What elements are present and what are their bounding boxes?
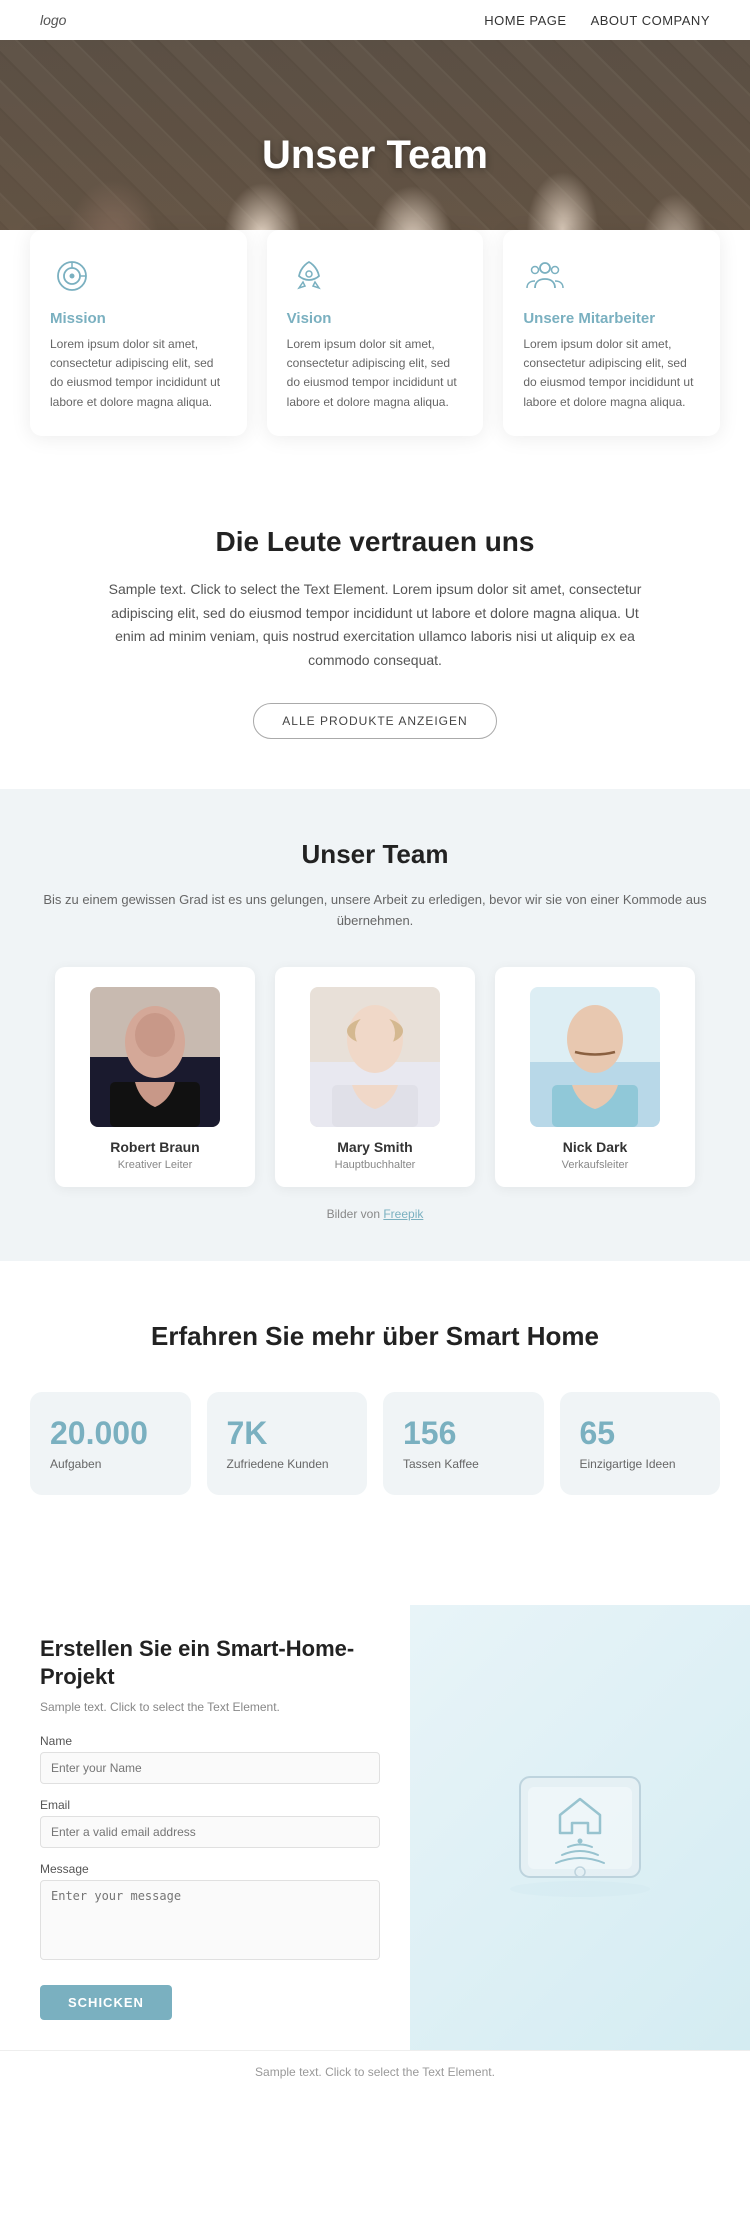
stat-label-coffee: Tassen Kaffee	[403, 1457, 524, 1471]
email-input[interactable]	[40, 1816, 380, 1848]
team-photo-robert	[90, 987, 220, 1127]
team-cards-row: Robert Braun Kreativer Leiter Mary Smith…	[30, 967, 720, 1187]
name-field-group: Name	[40, 1734, 380, 1784]
submit-button[interactable]: SCHICKEN	[40, 1985, 172, 2020]
contact-form-side: Erstellen Sie ein Smart-Home-Projekt Sam…	[0, 1605, 410, 2050]
all-products-button[interactable]: ALLE PRODUKTE ANZEIGEN	[253, 703, 496, 739]
stat-number-ideas: 65	[580, 1416, 701, 1451]
team-photo-nick	[530, 987, 660, 1127]
team-card-nick: Nick Dark Verkaufsleiter	[495, 967, 695, 1187]
stat-card-ideas: 65 Einzigartige Ideen	[560, 1392, 721, 1495]
photo-credit: Bilder von Freepik	[30, 1207, 720, 1221]
team-role-nick: Verkaufsleiter	[515, 1159, 675, 1171]
vision-card: Vision Lorem ipsum dolor sit amet, conse…	[267, 230, 484, 436]
stats-title: Erfahren Sie mehr über Smart Home	[30, 1321, 720, 1352]
team-subtitle: Bis zu einem gewissen Grad ist es uns ge…	[30, 890, 720, 932]
message-label: Message	[40, 1862, 380, 1876]
nav-home[interactable]: HOME PAGE	[484, 13, 566, 28]
email-field-group: Email	[40, 1798, 380, 1848]
rocket-icon	[287, 254, 331, 298]
nav-links: HOME PAGE ABOUT COMPANY	[484, 13, 710, 28]
team-card-mary: Mary Smith Hauptbuchhalter	[275, 967, 475, 1187]
message-field-group: Message	[40, 1862, 380, 1963]
trust-title: Die Leute vertrauen uns	[80, 526, 670, 558]
footer: Sample text. Click to select the Text El…	[0, 2050, 750, 2093]
contact-subtitle: Sample text. Click to select the Text El…	[40, 1700, 380, 1714]
stat-label-ideas: Einzigartige Ideen	[580, 1457, 701, 1471]
hero-title: Unser Team	[262, 133, 488, 178]
target-icon	[50, 254, 94, 298]
mission-card: Mission Lorem ipsum dolor sit amet, cons…	[30, 230, 247, 436]
contact-image-side	[410, 1605, 750, 2050]
stat-label-customers: Zufriedene Kunden	[227, 1457, 348, 1471]
team-photo-mary	[310, 987, 440, 1127]
stat-number-customers: 7K	[227, 1416, 348, 1451]
cards-row: Mission Lorem ipsum dolor sit amet, cons…	[30, 230, 720, 436]
stat-label-tasks: Aufgaben	[50, 1457, 171, 1471]
stats-section: Erfahren Sie mehr über Smart Home 20.000…	[0, 1261, 750, 1555]
vision-title: Vision	[287, 310, 464, 327]
footer-text: Sample text. Click to select the Text El…	[30, 2065, 720, 2079]
team-section-title: Unser Team	[30, 839, 720, 870]
email-label: Email	[40, 1798, 380, 1812]
mission-text: Lorem ipsum dolor sit amet, consectetur …	[50, 335, 227, 412]
navigation: logo HOME PAGE ABOUT COMPANY	[0, 0, 750, 40]
stat-card-customers: 7K Zufriedene Kunden	[207, 1392, 368, 1495]
name-input[interactable]	[40, 1752, 380, 1784]
stats-row: 20.000 Aufgaben 7K Zufriedene Kunden 156…	[30, 1392, 720, 1495]
team-name-nick: Nick Dark	[515, 1139, 675, 1155]
mission-title: Mission	[50, 310, 227, 327]
trust-section: Die Leute vertrauen uns Sample text. Cli…	[0, 466, 750, 789]
trust-text: Sample text. Click to select the Text El…	[95, 578, 655, 673]
employees-text: Lorem ipsum dolor sit amet, consectetur …	[523, 335, 700, 412]
nav-about[interactable]: ABOUT COMPANY	[591, 13, 710, 28]
team-name-robert: Robert Braun	[75, 1139, 235, 1155]
contact-section: Erstellen Sie ein Smart-Home-Projekt Sam…	[0, 1555, 750, 2050]
employees-card: Unsere Mitarbeiter Lorem ipsum dolor sit…	[503, 230, 720, 436]
team-card-robert: Robert Braun Kreativer Leiter	[55, 967, 255, 1187]
freepik-link[interactable]: Freepik	[383, 1207, 423, 1221]
logo: logo	[40, 12, 66, 28]
stat-card-tasks: 20.000 Aufgaben	[30, 1392, 191, 1495]
team-role-robert: Kreativer Leiter	[75, 1159, 235, 1171]
people-icon	[523, 254, 567, 298]
vision-text: Lorem ipsum dolor sit amet, consectetur …	[287, 335, 464, 412]
stat-number-coffee: 156	[403, 1416, 524, 1451]
team-name-mary: Mary Smith	[295, 1139, 455, 1155]
smart-home-illustration	[490, 1737, 670, 1917]
cards-section: Mission Lorem ipsum dolor sit amet, cons…	[0, 230, 750, 466]
stat-number-tasks: 20.000	[50, 1416, 171, 1451]
message-textarea[interactable]	[40, 1880, 380, 1960]
stat-card-coffee: 156 Tassen Kaffee	[383, 1392, 544, 1495]
contact-title: Erstellen Sie ein Smart-Home-Projekt	[40, 1635, 380, 1692]
team-role-mary: Hauptbuchhalter	[295, 1159, 455, 1171]
team-section: Unser Team Bis zu einem gewissen Grad is…	[0, 789, 750, 1261]
employees-title: Unsere Mitarbeiter	[523, 310, 700, 327]
name-label: Name	[40, 1734, 380, 1748]
